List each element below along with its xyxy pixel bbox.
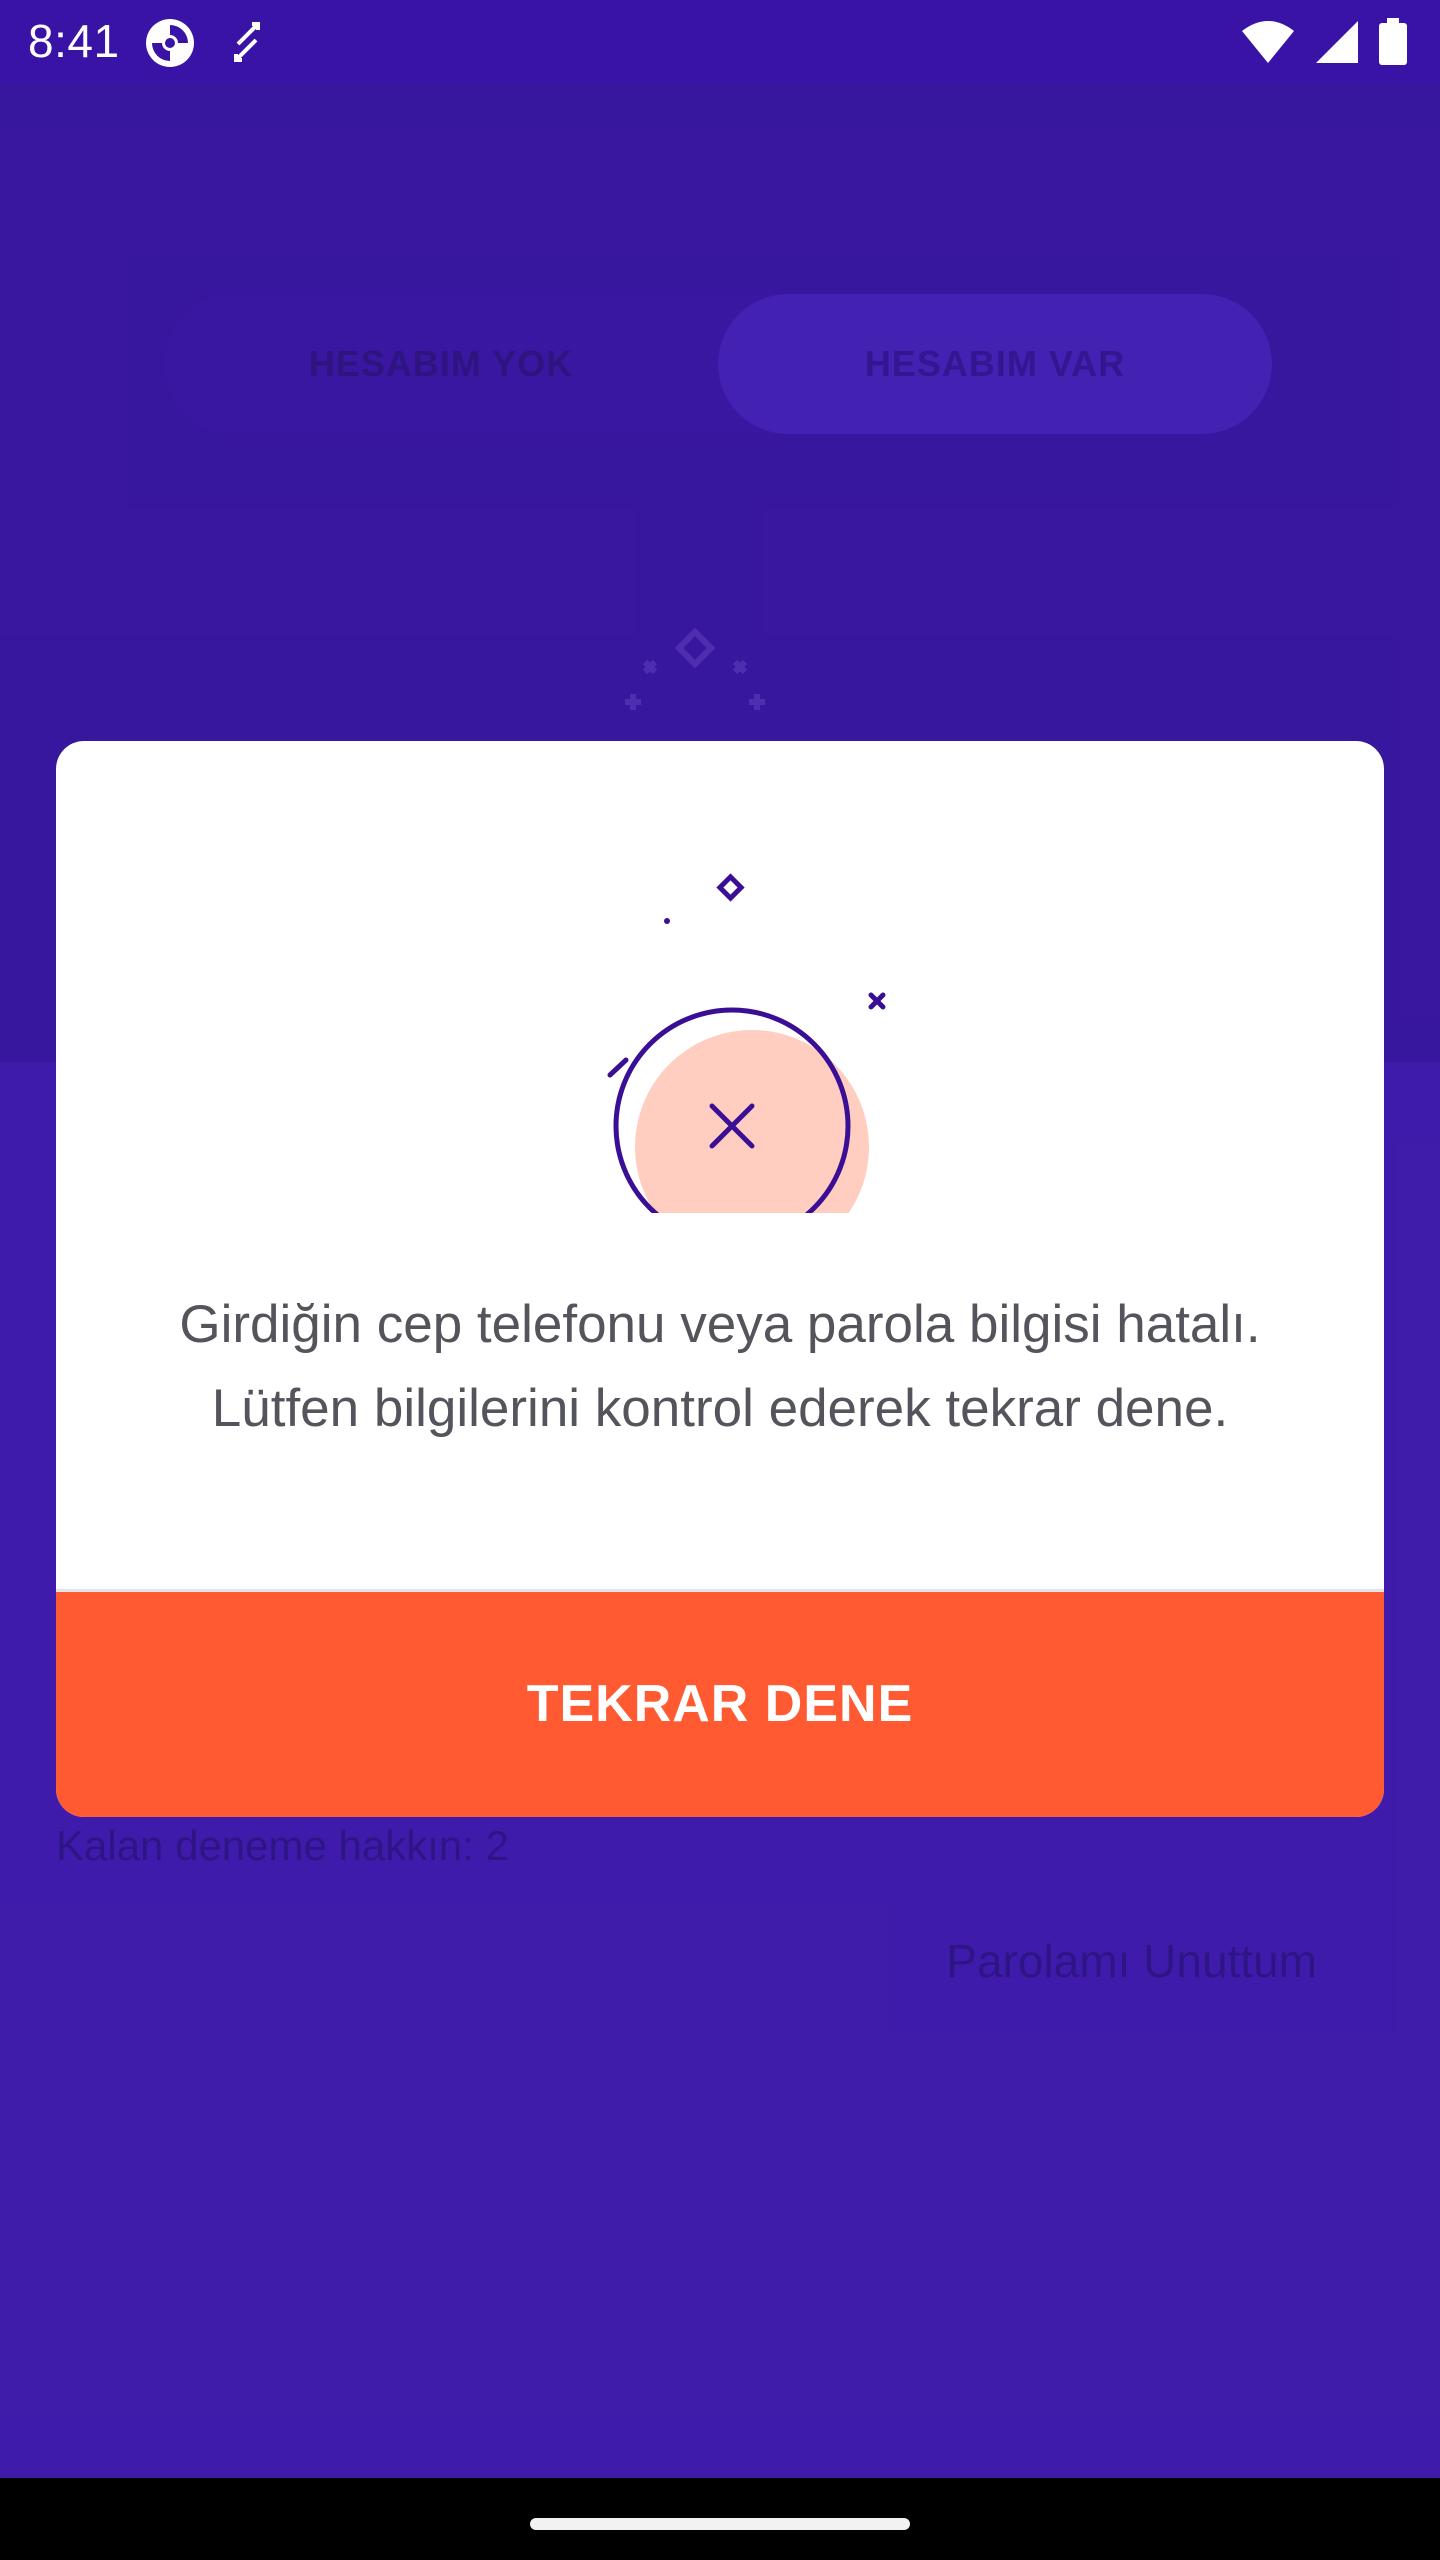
battery-icon: [1379, 18, 1407, 65]
cellular-signal-icon: [1316, 21, 1358, 63]
retry-button[interactable]: TEKRAR DENE: [56, 1592, 1384, 1817]
sync-arrows-icon: [234, 22, 260, 62]
app-notification-icon: [146, 19, 194, 67]
error-x-circle-icon: [607, 873, 886, 1213]
gesture-nav-bar: [0, 2478, 1440, 2560]
wifi-icon: [1242, 21, 1294, 63]
status-bar: 8:41: [0, 0, 1440, 82]
home-handle[interactable]: [530, 2518, 910, 2530]
error-message: Girdiğin cep telefonu veya parola bilgis…: [96, 1283, 1344, 1451]
error-message-line-2: Lütfen bilgilerini kontrol ederek tekrar…: [211, 1379, 1229, 1438]
error-dialog: Girdiğin cep telefonu veya parola bilgis…: [56, 741, 1384, 1817]
error-message-line-1: Girdiğin cep telefonu veya parola bilgis…: [179, 1295, 1261, 1354]
status-time: 8:41: [28, 15, 120, 67]
